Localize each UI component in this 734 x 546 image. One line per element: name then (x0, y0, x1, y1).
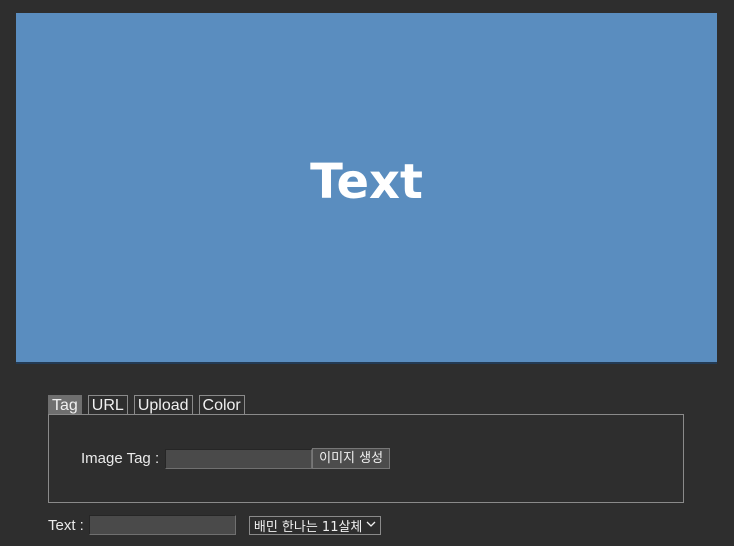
preview-text: Text (310, 153, 423, 210)
tab-upload[interactable]: Upload (133, 395, 193, 415)
tag-panel: Image Tag : 이미지 생성 (48, 414, 684, 503)
image-tag-row: Image Tag : 이미지 생성 (81, 448, 391, 469)
image-tag-input[interactable] (165, 448, 313, 469)
tab-bar: Tag URL Upload Color (48, 395, 245, 415)
font-select-value: 배민 한나는 11살체 (253, 519, 363, 535)
text-input[interactable] (88, 515, 236, 535)
chevron-down-icon (366, 520, 376, 531)
text-row: Text : 배민 한나는 11살체 (48, 515, 382, 535)
font-select[interactable]: 배민 한나는 11살체 (248, 515, 382, 535)
tab-tag[interactable]: Tag (48, 395, 82, 415)
tab-url[interactable]: URL (87, 395, 128, 415)
image-preview: Text (16, 13, 717, 364)
text-label: Text : (48, 516, 84, 534)
tab-color[interactable]: Color (198, 395, 245, 415)
image-tag-label: Image Tag : (81, 450, 160, 467)
generate-image-button[interactable]: 이미지 생성 (312, 448, 391, 469)
